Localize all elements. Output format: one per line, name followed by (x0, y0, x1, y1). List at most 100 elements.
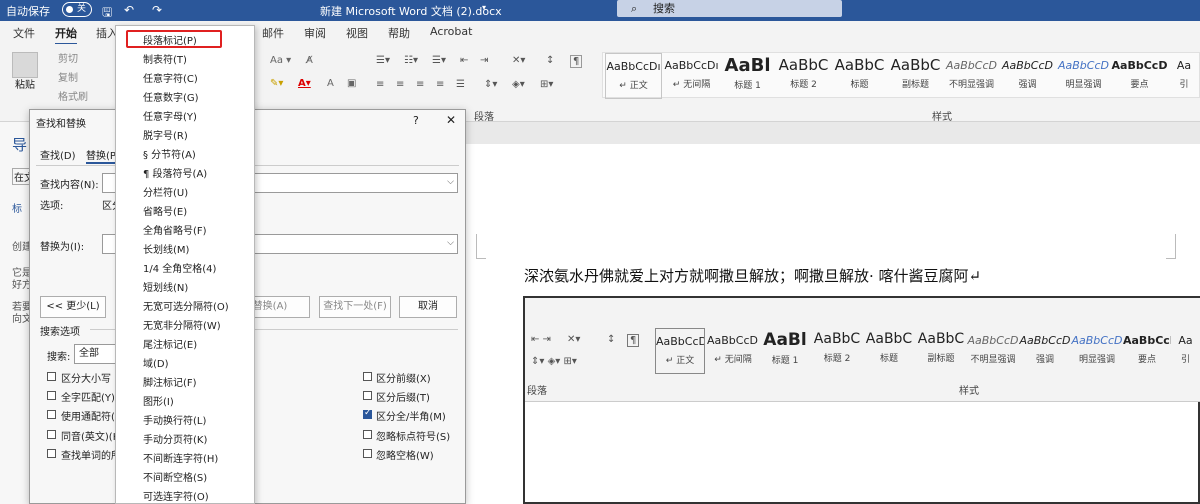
numbering-icon[interactable]: ☷▾ (404, 55, 418, 66)
menu-item-en-dash[interactable]: 短划线(N) (143, 279, 188, 294)
style-title[interactable]: AaBbC 标题 (831, 53, 888, 99)
style-subtle-emphasis[interactable]: AaBbCcD 不明显强调 (943, 53, 1000, 99)
menu-item-section-break[interactable]: § 分节符(A) (143, 146, 196, 161)
paste-button[interactable]: 粘贴 (15, 76, 35, 91)
menu-item-optional-hyphen[interactable]: 可选连字符(O) (143, 488, 209, 503)
match-width-checkbox[interactable] (363, 408, 372, 419)
tab-help[interactable]: 帮助 (388, 25, 410, 41)
tab-find[interactable]: 查找(D) (40, 147, 76, 162)
menu-item-any-letter[interactable]: 任意字母(Y) (143, 108, 197, 123)
menu-item-column-break[interactable]: 分栏符(U) (143, 184, 188, 199)
find-next-button[interactable]: 查找下一处(F) (319, 296, 391, 318)
align-center-icon[interactable]: ≡ (396, 79, 404, 90)
menu-item-field[interactable]: 域(D) (143, 355, 169, 370)
sort-icon[interactable]: ✕▾ (512, 55, 525, 66)
menu-item-ellipsis[interactable]: 省略号(E) (143, 203, 187, 218)
menu-item-em-dash[interactable]: 长划线(M) (143, 241, 189, 256)
menu-item-caret[interactable]: 脱字号(R) (143, 127, 188, 142)
align-right-icon[interactable]: ≡ (416, 79, 424, 90)
borders-icon[interactable]: ⊞▾ (540, 79, 553, 90)
match-suffix-checkbox[interactable] (363, 391, 372, 400)
replace-with-label: 替换为(I): (40, 242, 85, 253)
tab-view[interactable]: 视图 (346, 25, 368, 41)
embedded-style-subtitle: AaBbC 副标题 (917, 331, 965, 364)
ignore-punctuation-label: 忽略标点符号(S) (376, 432, 451, 443)
paste-icon[interactable] (12, 52, 38, 78)
menu-item-graphic[interactable]: 图形(I) (143, 393, 174, 408)
menu-item-footnote-mark[interactable]: 脚注标记(F) (143, 374, 197, 389)
style-strong[interactable]: AaBbCcD 要点 (1111, 53, 1168, 99)
wildcards-checkbox[interactable] (47, 410, 56, 419)
char-shading-icon[interactable]: A (327, 78, 334, 89)
align-left-icon[interactable]: ≡ (376, 79, 384, 90)
cut-button[interactable]: 剪切 (58, 50, 78, 65)
style-subtitle[interactable]: AaBbC 副标题 (887, 53, 944, 99)
cancel-button[interactable]: 取消 (399, 296, 457, 318)
shading-icon[interactable]: ◈▾ (512, 79, 525, 90)
match-prefix-checkbox[interactable] (363, 372, 372, 381)
menu-item-tab[interactable]: 制表符(T) (143, 51, 187, 66)
style-intense-emphasis[interactable]: AaBbCcD 明显强调 (1055, 53, 1112, 99)
style-no-spacing[interactable]: AaBbCcDı ↵ 无间隔 (663, 53, 720, 99)
justify-icon[interactable]: ≡ (436, 79, 444, 90)
style-emphasis[interactable]: AaBbCcD 强调 (999, 53, 1056, 99)
menu-item-no-width-break[interactable]: 无宽非分隔符(W) (143, 317, 221, 332)
format-painter-button[interactable]: 格式刷 (58, 88, 88, 103)
ignore-punctuation-checkbox[interactable] (363, 430, 372, 439)
chevron-down-icon[interactable]: ▾ (482, 3, 486, 12)
ignore-space-checkbox[interactable] (363, 449, 372, 458)
tab-acrobat[interactable]: Acrobat (430, 25, 472, 38)
autosave-toggle[interactable]: 关 (62, 2, 92, 17)
tab-home[interactable]: 开始 (55, 25, 77, 46)
menu-item-optional-break[interactable]: 无宽可选分隔符(O) (143, 298, 229, 313)
chevron-down-icon[interactable]: ⌵ (447, 177, 454, 187)
font-color-icon[interactable]: A▾ (298, 78, 311, 89)
undo-icon[interactable]: ↶ (124, 3, 134, 17)
change-case-icon[interactable]: Aa ▾ (270, 55, 291, 66)
increase-indent-icon[interactable]: ⇥ (480, 55, 488, 66)
style-normal[interactable]: AaBbCcDı ↵ 正文 (605, 53, 662, 99)
style-heading1[interactable]: AaBl 标题 1 (719, 53, 776, 99)
document-text[interactable]: 深浓氨水丹佛就爱上对方就啊撒旦解放；啊撒旦解放· 喀什酱豆腐阿↵ (524, 265, 981, 286)
decrease-indent-icon[interactable]: ⇤ (460, 55, 468, 66)
whole-word-checkbox[interactable] (47, 391, 56, 400)
copy-button[interactable]: 复制 (58, 69, 78, 84)
show-marks-icon[interactable]: ¶ (570, 55, 583, 68)
match-case-checkbox[interactable] (47, 372, 56, 381)
style-quote[interactable]: Aa 引 (1167, 53, 1200, 99)
redo-icon[interactable]: ↷ (152, 3, 162, 17)
multilevel-icon[interactable]: ☰▾ (432, 55, 446, 66)
all-word-forms-checkbox[interactable] (47, 449, 56, 458)
menu-item-full-width-ellipsis[interactable]: 全角省略号(F) (143, 222, 207, 237)
highlight-icon[interactable]: ✎▾ (270, 78, 283, 89)
menu-item-manual-line-break[interactable]: 手动换行符(L) (143, 412, 206, 427)
less-button[interactable]: << 更少(L) (40, 296, 106, 318)
menu-item-endnote-mark[interactable]: 尾注标记(E) (143, 336, 197, 351)
line-spacing-icon[interactable]: ⇕▾ (484, 79, 497, 90)
tab-mailings[interactable]: 邮件 (262, 25, 284, 41)
embedded-az-icon: ↕ (607, 334, 616, 345)
clear-format-icon[interactable]: A̸ (306, 55, 313, 66)
close-button[interactable]: ✕ (446, 113, 456, 127)
menu-item-quarter-space[interactable]: 1/4 全角空格(4) (143, 260, 216, 275)
bullets-icon[interactable]: ☰▾ (376, 55, 390, 66)
distributed-icon[interactable]: ☰ (456, 79, 465, 90)
menu-item-nonbreaking-space[interactable]: 不间断空格(S) (143, 469, 207, 484)
sort-az-icon[interactable]: ↕ (546, 55, 554, 66)
menu-item-manual-page-break[interactable]: 手动分页符(K) (143, 431, 207, 446)
tab-file[interactable]: 文件 (13, 25, 35, 41)
menu-item-paragraph-mark[interactable]: 段落标记(P) (143, 32, 197, 47)
tab-review[interactable]: 审阅 (304, 25, 326, 41)
style-heading2[interactable]: AaBbC 标题 2 (775, 53, 832, 99)
embedded-sort-icon: ✕▾ (567, 334, 581, 345)
sounds-like-checkbox[interactable] (47, 430, 56, 439)
search-box[interactable]: ⌕ 搜索 (617, 0, 842, 17)
chevron-down-icon[interactable]: ⌵ (447, 238, 454, 248)
char-border-icon[interactable]: ▣ (347, 78, 356, 89)
menu-item-any-digit[interactable]: 任意数字(G) (143, 89, 199, 104)
menu-item-any-character[interactable]: 任意字符(C) (143, 70, 198, 85)
menu-item-nonbreaking-hyphen[interactable]: 不间断连字符(H) (143, 450, 218, 465)
menu-item-paragraph-symbol[interactable]: ¶ 段落符号(A) (143, 165, 207, 180)
nav-tab-headings[interactable]: 标 (12, 200, 22, 215)
help-button[interactable]: ? (413, 114, 419, 127)
